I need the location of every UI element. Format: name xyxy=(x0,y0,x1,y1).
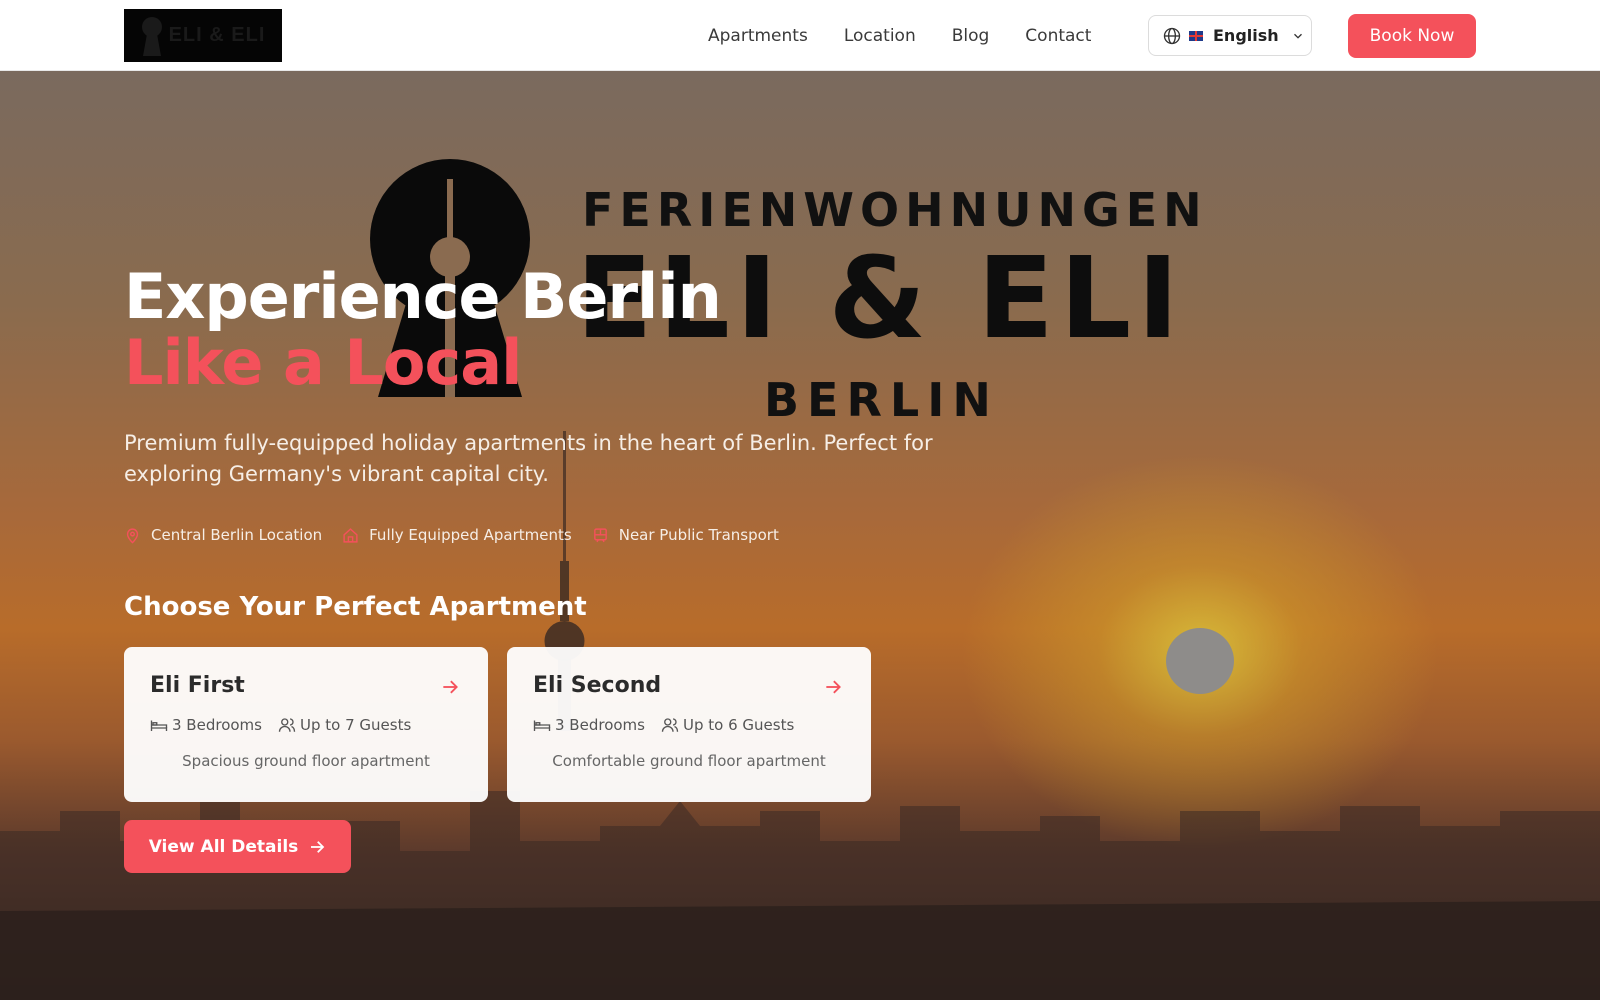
guests-label: Up to 6 Guests xyxy=(682,716,795,734)
site-logo[interactable]: ELI & ELI xyxy=(124,9,282,62)
uk-flag-icon xyxy=(1189,30,1203,41)
logo-text: ELI & ELI xyxy=(168,24,266,46)
feature-label: Near Public Transport xyxy=(618,526,779,544)
train-icon xyxy=(593,527,607,542)
language-label: English xyxy=(1213,26,1279,45)
bedrooms-label: 3 Bedrooms xyxy=(555,716,645,734)
main-nav: Apartments Location Blog Contact xyxy=(708,0,1127,71)
chevron-down-icon xyxy=(1293,33,1302,39)
logo-line-1: FERIENWOHNUNGEN xyxy=(582,183,1208,237)
keyhole-icon xyxy=(141,16,162,56)
arrow-right-icon xyxy=(311,840,325,853)
bedrooms-info: 3 Bedrooms xyxy=(533,716,645,734)
bedrooms-label: 3 Bedrooms xyxy=(172,716,262,734)
feature-label: Central Berlin Location xyxy=(151,526,323,544)
hero-section: FERIENWOHNUNGEN ELI & ELI BERLIN Experie… xyxy=(0,71,1600,1000)
sun xyxy=(1166,628,1234,694)
apartment-meta: 3 Bedrooms Up to 6 Guests xyxy=(533,716,845,734)
bed-icon xyxy=(150,720,168,731)
nav-blog[interactable]: Blog xyxy=(952,26,990,46)
apartment-meta: 3 Bedrooms Up to 7 Guests xyxy=(150,716,462,734)
guests-info: Up to 6 Guests xyxy=(661,716,794,734)
feature-item: Central Berlin Location xyxy=(124,526,322,544)
home-icon xyxy=(343,527,358,543)
map-pin-icon xyxy=(126,527,139,544)
site-header: ELI & ELI Apartments Location Blog Conta… xyxy=(0,0,1600,71)
city-skyline xyxy=(0,791,1600,1000)
logo-line-3: BERLIN xyxy=(764,373,999,427)
guests-label: Up to 7 Guests xyxy=(299,716,412,734)
view-all-details-button[interactable]: View All Details xyxy=(124,820,351,873)
book-now-button[interactable]: Book Now xyxy=(1348,14,1476,58)
feature-list: Central Berlin Location Fully Equipped A… xyxy=(124,526,799,544)
apartment-description: Comfortable ground floor apartment xyxy=(552,752,826,770)
nav-contact[interactable]: Contact xyxy=(1025,26,1091,46)
feature-item: Fully Equipped Apartments xyxy=(342,526,572,544)
arrow-right-icon[interactable] xyxy=(823,677,843,697)
apartment-name: Eli Second xyxy=(533,673,662,698)
hero-headline: Experience Berlin xyxy=(124,260,722,333)
apartment-name: Eli First xyxy=(150,673,245,698)
apartment-card-eli-first[interactable]: Eli First 3 Bedrooms Up to 7 Guests Spac… xyxy=(124,647,488,802)
users-icon xyxy=(661,718,679,732)
apartment-description: Spacious ground floor apartment xyxy=(182,752,430,770)
nav-apartments[interactable]: Apartments xyxy=(708,26,808,46)
guests-info: Up to 7 Guests xyxy=(278,716,411,734)
view-all-details-label: View All Details xyxy=(148,836,299,857)
feature-item: Near Public Transport xyxy=(592,526,779,544)
apartments-section-title: Choose Your Perfect Apartment xyxy=(124,592,587,622)
users-icon xyxy=(278,718,296,732)
bedrooms-info: 3 Bedrooms xyxy=(150,716,262,734)
nav-location[interactable]: Location xyxy=(844,26,916,46)
arrow-right-icon[interactable] xyxy=(440,677,460,697)
hero-subtitle: Premium fully-equipped holiday apartment… xyxy=(124,431,933,486)
apartment-card-eli-second[interactable]: Eli Second 3 Bedrooms Up to 6 Guests Com… xyxy=(507,647,871,802)
feature-label: Fully Equipped Apartments xyxy=(369,526,572,544)
bed-icon xyxy=(533,720,551,731)
globe-icon xyxy=(1163,27,1181,44)
hero-headline-accent: Like a Local xyxy=(124,326,522,399)
language-selector[interactable]: English xyxy=(1148,15,1312,56)
